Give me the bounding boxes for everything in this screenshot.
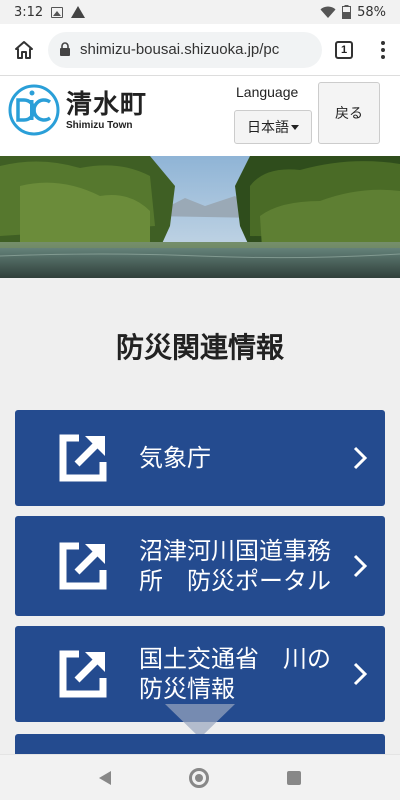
browser-menu-button[interactable] (366, 24, 400, 76)
home-icon (15, 40, 33, 59)
home-button[interactable] (0, 24, 48, 76)
link-label: 気象庁 (139, 444, 211, 472)
back-triangle-icon[interactable] (99, 770, 111, 785)
status-time: 3:12 (14, 4, 44, 20)
browser-toolbar: shimizu-bousai.shizuoka.jp/pc 1 (0, 24, 400, 76)
tab-count: 1 (335, 40, 353, 59)
tab-switcher-button[interactable]: 1 (322, 24, 366, 76)
chevron-right-icon (353, 662, 368, 686)
town-emblem (8, 84, 60, 136)
url-bar[interactable]: shimizu-bousai.shizuoka.jp/pc (48, 31, 322, 68)
town-logo[interactable]: 清水町 Shimizu Town (8, 82, 168, 138)
back-button-label: 戻る (335, 106, 363, 122)
image-icon (51, 6, 64, 18)
external-link-icon (59, 650, 107, 698)
page-title: 防災関連情報 (115, 331, 284, 364)
url-text: shimizu-bousai.shizuoka.jp/pc (80, 41, 280, 58)
external-link-icon (59, 434, 107, 482)
logo-roman: Shimizu Town (66, 119, 133, 131)
link-card-numazu[interactable]: 沼津河川国道事務所 防災ポータル (15, 516, 385, 616)
lock-icon (60, 42, 70, 56)
language-selected: 日本語 (247, 120, 289, 136)
caret-down-icon (291, 124, 299, 130)
home-circle-icon[interactable] (189, 767, 209, 788)
link-label: 国土交通省 川の防災情報 (139, 645, 331, 703)
chevron-right-icon (353, 554, 368, 578)
scroll-down-indicator-icon[interactable] (165, 704, 235, 738)
chevron-right-icon (353, 446, 368, 470)
status-bar: 3:12 58% (0, 0, 400, 24)
link-card-jma[interactable]: 気象庁 (15, 410, 385, 506)
battery-percent: 58% (357, 4, 386, 20)
system-nav-bar (0, 754, 400, 800)
wifi-icon (320, 6, 336, 19)
hero-image (0, 156, 400, 278)
battery-icon (342, 5, 352, 19)
recents-square-icon[interactable] (287, 770, 301, 785)
back-button[interactable]: 戻る (318, 82, 380, 144)
warning-icon (71, 6, 86, 18)
site-header: 清水町 Shimizu Town Language 日本語 戻る (0, 76, 400, 156)
more-vert-icon (381, 40, 385, 59)
main-content: 防災関連情報 気象庁 沼津河川国道事務所 防災ポータル 国土交通省 川の防災情報 (0, 278, 400, 774)
link-label: 沼津河川国道事務所 防災ポータル (139, 537, 331, 595)
logo-kanji: 清水町 (66, 89, 148, 120)
language-label: Language (236, 84, 299, 100)
link-card-mlit[interactable]: 国土交通省 川の防災情報 (15, 626, 385, 738)
language-select[interactable]: 日本語 (234, 110, 312, 144)
external-link-icon (59, 542, 107, 590)
